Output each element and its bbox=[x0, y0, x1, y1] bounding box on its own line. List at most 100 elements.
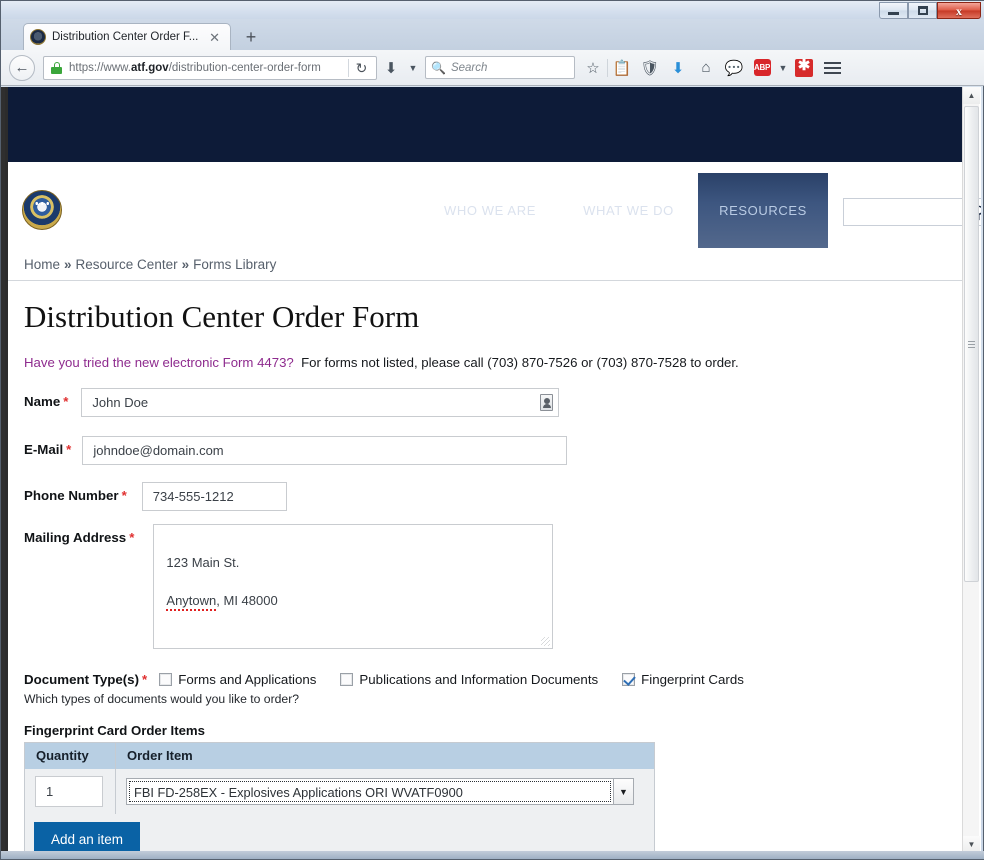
nav-item-resources[interactable]: RESOURCES bbox=[698, 173, 828, 248]
phone-input[interactable]: 734-555-1212 bbox=[142, 482, 287, 511]
downloads-icon[interactable]: ⬇ bbox=[664, 54, 692, 82]
url-text: https://www.atf.gov/distribution-center-… bbox=[69, 62, 348, 74]
window-bottom-edge bbox=[1, 851, 984, 859]
address-bar[interactable]: https://www.atf.gov/distribution-center-… bbox=[43, 56, 377, 80]
notice-body: For forms not listed, please call (703) … bbox=[301, 355, 739, 370]
checkbox-checked-icon[interactable] bbox=[622, 673, 635, 686]
chat-bubble-icon[interactable]: 💬 bbox=[720, 54, 748, 82]
search-input[interactable]: 🔍 Search bbox=[425, 56, 575, 79]
hamburger-menu-icon[interactable] bbox=[818, 54, 846, 82]
download-arrow-icon[interactable]: ⬇ bbox=[377, 54, 405, 82]
vertical-scrollbar[interactable]: ▲ ▼ bbox=[962, 87, 979, 853]
cell-quantity: 1 bbox=[25, 769, 116, 814]
table-header-row: Quantity Order Item bbox=[25, 743, 654, 769]
checkbox-label: Fingerprint Cards bbox=[641, 672, 744, 687]
site-header bbox=[8, 87, 966, 162]
search-icon: 🔍 bbox=[431, 61, 446, 75]
browser-tab[interactable]: Distribution Center Order F... ✕ bbox=[23, 23, 231, 50]
table-footer: Add an item bbox=[25, 814, 654, 853]
address-line-1: 123 Main St. bbox=[166, 553, 540, 572]
atf-wordmark: ATF bbox=[68, 187, 137, 227]
breadcrumb-item-resource-center[interactable]: Resource Center bbox=[76, 257, 178, 272]
tab-close-icon[interactable]: ✕ bbox=[205, 31, 224, 44]
document-types-help-text: Which types of documents would you like … bbox=[24, 692, 299, 706]
checkbox-fingerprint-cards[interactable]: Fingerprint Cards bbox=[622, 672, 744, 687]
scroll-up-button[interactable]: ▲ bbox=[963, 87, 980, 104]
breadcrumb-item-forms-library[interactable]: Forms Library bbox=[193, 257, 276, 272]
new-tab-button[interactable]: + bbox=[239, 28, 263, 48]
home-icon[interactable]: ⌂ bbox=[692, 54, 720, 82]
email-input-value: johndoe@domain.com bbox=[93, 443, 223, 458]
minimize-icon bbox=[888, 12, 899, 15]
breadcrumb-separator: » bbox=[182, 257, 190, 272]
window-controls: x bbox=[879, 2, 981, 19]
tab-title: Distribution Center Order F... bbox=[52, 31, 205, 43]
required-marker: * bbox=[142, 672, 147, 687]
notice-text: Have you tried the new electronic Form 4… bbox=[24, 355, 739, 370]
autofill-contact-icon[interactable] bbox=[540, 394, 553, 411]
page-content: ATF Bureau of Alcohol, Tobacco, Firearms… bbox=[8, 87, 966, 853]
address-line-2: Anytown, MI 48000 bbox=[166, 591, 540, 610]
tab-strip: Distribution Center Order F... ✕ + bbox=[1, 19, 984, 50]
name-input-value: John Doe bbox=[92, 395, 148, 410]
adblock-plus-icon[interactable]: ABP bbox=[748, 54, 776, 82]
scrollbar-thumb[interactable] bbox=[964, 106, 979, 582]
column-header-order-item: Order Item bbox=[116, 743, 654, 769]
bookmark-star-icon[interactable]: ☆ bbox=[579, 54, 607, 82]
maximize-button[interactable] bbox=[908, 2, 937, 19]
bureau-subtitle: Bureau of Alcohol, Tobacco, Firearms and… bbox=[159, 191, 326, 225]
favicon-icon bbox=[30, 29, 46, 45]
document-types-row: Document Type(s)* Forms and Applications… bbox=[24, 672, 768, 687]
close-icon: x bbox=[956, 5, 962, 17]
checkbox-publications-and-information-documents[interactable]: Publications and Information Documents bbox=[340, 672, 598, 687]
email-input[interactable]: johndoe@domain.com bbox=[82, 436, 567, 465]
label-document-types: Document Type(s)* bbox=[24, 672, 147, 687]
textarea-resize-handle[interactable] bbox=[541, 637, 550, 646]
checkbox-forms-and-applications[interactable]: Forms and Applications bbox=[159, 672, 316, 687]
title-bar: x bbox=[1, 1, 984, 19]
chevron-down-icon[interactable]: ▼ bbox=[613, 779, 633, 804]
checkbox-icon[interactable] bbox=[159, 673, 172, 686]
nav-item-what-we-do[interactable]: WHAT WE DO bbox=[568, 173, 689, 248]
atf-seal-icon bbox=[22, 190, 62, 230]
name-input[interactable]: John Doe bbox=[81, 388, 559, 417]
back-button[interactable]: ← bbox=[9, 55, 35, 81]
order-item-select[interactable]: FBI FD-258EX - Explosives Applications O… bbox=[126, 778, 634, 805]
breadcrumb: Home » Resource Center » Forms Library bbox=[8, 248, 966, 281]
reload-button[interactable]: ↻ bbox=[348, 59, 374, 77]
checkbox-icon[interactable] bbox=[340, 673, 353, 686]
reading-list-icon[interactable]: 📋 bbox=[608, 54, 636, 82]
breadcrumb-item-home[interactable]: Home bbox=[24, 257, 60, 272]
lock-icon bbox=[51, 62, 62, 74]
nav-item-who-we-are[interactable]: WHO WE ARE bbox=[430, 173, 550, 248]
pocket-shield-icon[interactable]: 🛡 bbox=[636, 54, 664, 82]
order-items-table: Quantity Order Item 1 FBI FD-258EX - Exp… bbox=[24, 742, 655, 853]
site-search-input[interactable]: ⚲ bbox=[843, 198, 981, 226]
maximize-icon bbox=[918, 6, 928, 15]
red-asterisk-icon[interactable]: ✱ bbox=[790, 54, 818, 82]
cell-order-item: FBI FD-258EX - Explosives Applications O… bbox=[116, 778, 654, 805]
adblock-caret-icon[interactable]: ▼ bbox=[776, 54, 790, 82]
dropdown-caret-icon[interactable]: ▼ bbox=[405, 54, 421, 82]
electronic-form-4473-link[interactable]: Have you tried the new electronic Form 4… bbox=[24, 355, 294, 370]
mailing-address-textarea[interactable]: 123 Main St. Anytown, MI 48000 bbox=[153, 524, 553, 649]
field-row-name: Name* John Doe bbox=[24, 388, 559, 417]
browser-window: x Distribution Center Order F... ✕ + ← h… bbox=[0, 0, 984, 860]
minimize-button[interactable] bbox=[879, 2, 908, 19]
label-mailing-address: Mailing Address* bbox=[24, 524, 134, 545]
add-an-item-button[interactable]: Add an item bbox=[34, 822, 140, 853]
scrollbar-grip-icon bbox=[968, 339, 975, 350]
page-viewport: ATF Bureau of Alcohol, Tobacco, Firearms… bbox=[5, 87, 981, 853]
order-items-section-title: Fingerprint Card Order Items bbox=[24, 723, 205, 738]
field-row-phone: Phone Number* 734-555-1212 bbox=[24, 482, 287, 511]
field-row-email: E-Mail* johndoe@domain.com bbox=[24, 436, 567, 465]
phone-input-value: 734-555-1212 bbox=[153, 489, 234, 504]
quantity-input[interactable]: 1 bbox=[35, 776, 103, 807]
label-email: E-Mail* bbox=[24, 436, 71, 457]
checkbox-label: Forms and Applications bbox=[178, 672, 316, 687]
close-button[interactable]: x bbox=[937, 2, 981, 19]
page-title: Distribution Center Order Form bbox=[24, 299, 419, 335]
table-row: 1 FBI FD-258EX - Explosives Applications… bbox=[25, 769, 654, 814]
label-name: Name* bbox=[24, 388, 68, 409]
breadcrumb-separator: » bbox=[64, 257, 72, 272]
